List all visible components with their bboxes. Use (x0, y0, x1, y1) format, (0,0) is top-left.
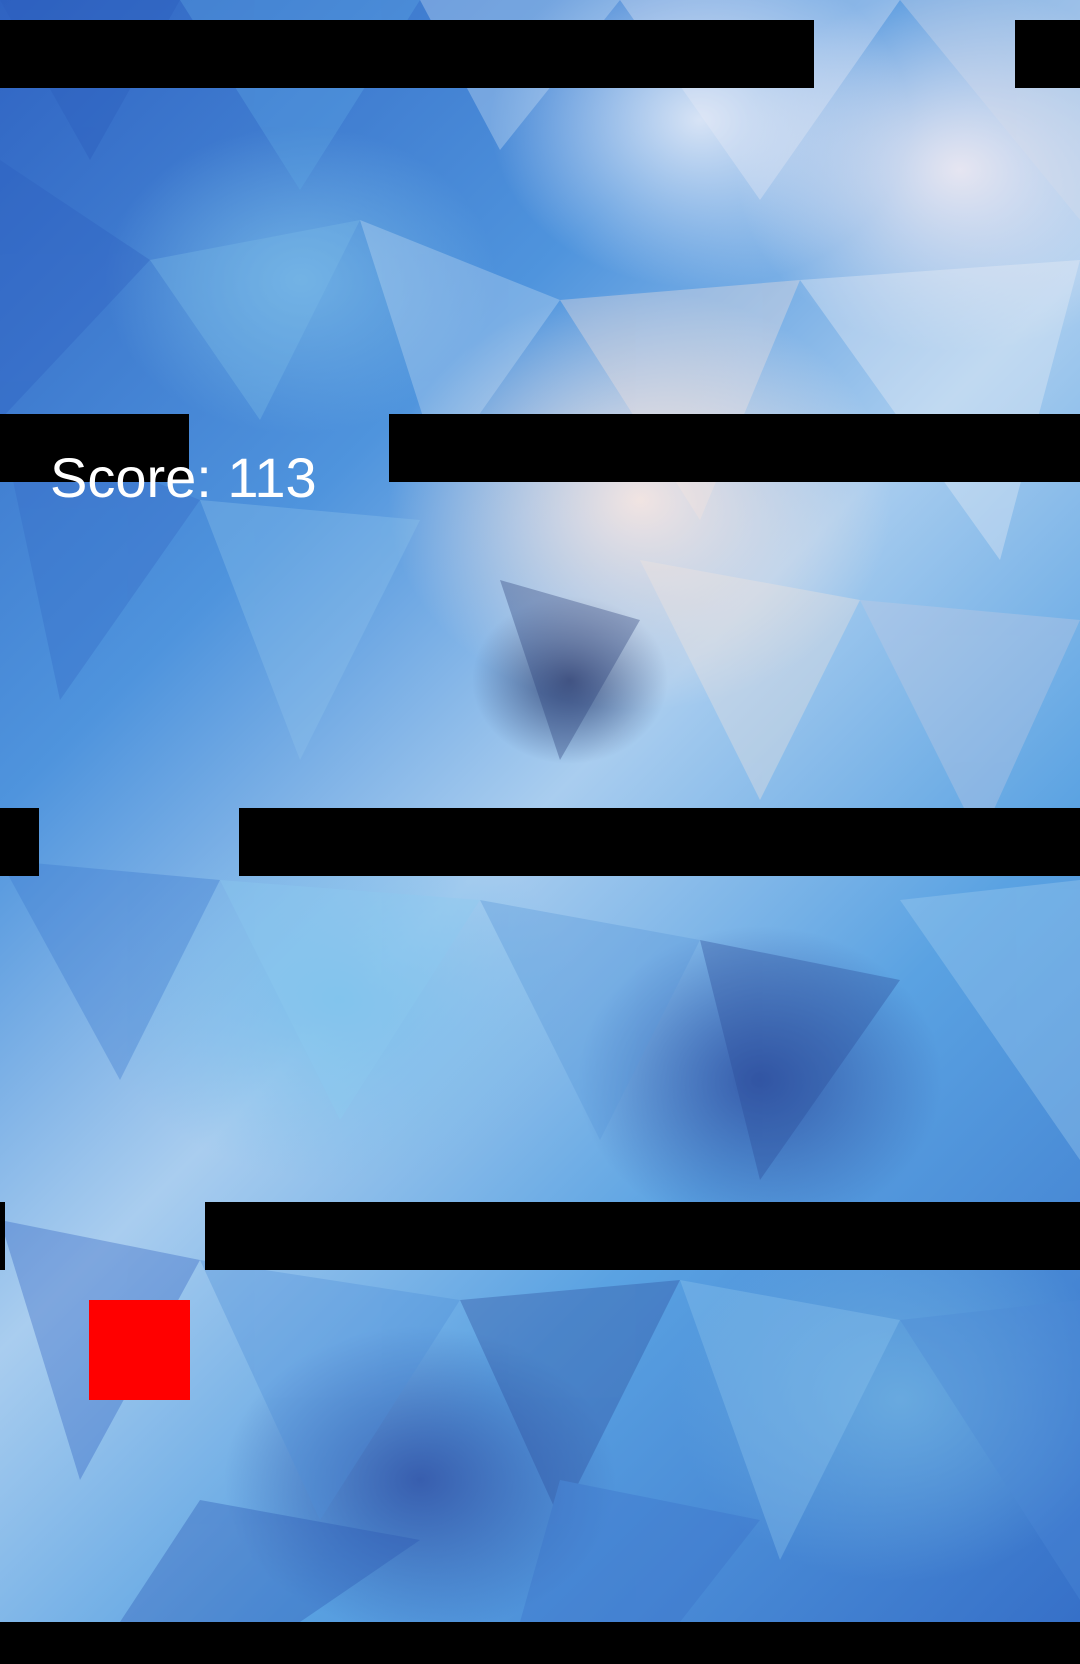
obstacle-bar-row2-right (389, 414, 1080, 482)
obstacle-bar-row3-left (0, 808, 39, 876)
obstacle-bar-row4-left (0, 1202, 5, 1270)
game-board[interactable]: Score: 113 (0, 0, 1080, 1622)
player-square[interactable] (89, 1300, 190, 1400)
obstacle-bar-row4-right (205, 1202, 1080, 1270)
obstacle-bar-row3-right (239, 808, 1080, 876)
score-label: Score: 113 (50, 446, 317, 509)
bottom-navigation-band (0, 1622, 1080, 1664)
obstacle-bar-row1-right (1015, 20, 1080, 88)
obstacle-bar-row1-left (0, 20, 814, 88)
